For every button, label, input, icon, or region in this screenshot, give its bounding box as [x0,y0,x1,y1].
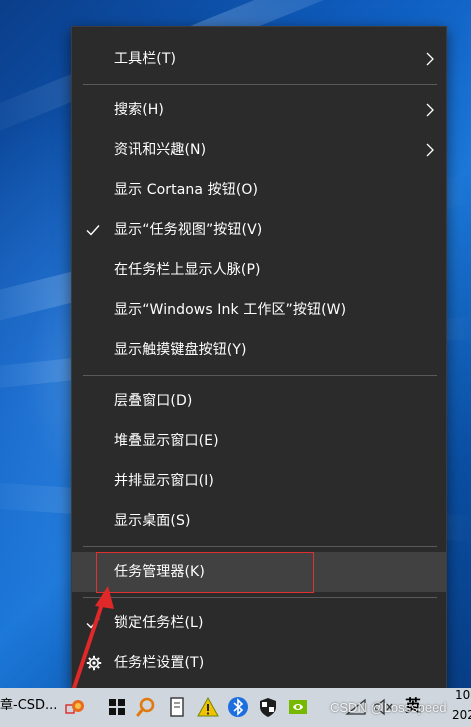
menu-item-label: 堆叠显示窗口(E) [114,433,219,449]
menu-item-label: 资讯和兴趣(N) [114,142,207,158]
menu-item-label: 任务栏设置(T) [114,655,205,671]
menu-item-label: 显示 Cortana 按钮(O) [114,182,259,198]
menu-item-news-interests[interactable]: 资讯和兴趣(N) [72,130,446,170]
checkmark-icon [86,225,100,236]
menu-item-search[interactable]: 搜索(H) [72,90,446,130]
menu-item-show-windows-ink[interactable]: 显示“Windows Ink 工作区”按钮(W) [72,290,446,330]
menu-item-toolbars[interactable]: 工具栏(T) [72,39,446,79]
menu-item-stack-windows[interactable]: 堆叠显示窗口(E) [72,421,446,461]
chevron-right-icon [426,52,434,66]
checkmark-icon [86,618,100,629]
taskbar-context-menu: 工具栏(T) 搜索(H) 资讯和兴趣(N) 显示 Cortana 按钮(O) 显… [71,26,447,690]
menu-item-label: 层叠窗口(D) [114,393,193,409]
search-icon[interactable] [135,696,157,718]
menu-separator [83,375,437,376]
chevron-right-icon [426,103,434,117]
menu-item-show-desktop[interactable]: 显示桌面(S) [72,501,446,541]
menu-item-side-by-side[interactable]: 并排显示窗口(I) [72,461,446,501]
windows-icon[interactable] [106,696,128,718]
menu-item-label: 显示“任务视图”按钮(V) [114,222,263,238]
menu-separator [83,84,437,85]
menu-item-lock-taskbar[interactable]: 锁定任务栏(L) [72,603,446,643]
menu-item-taskbar-settings[interactable]: 任务栏设置(T) [72,643,446,683]
taskbar-app-button[interactable]: 章-CSD... [0,688,57,727]
warning-icon[interactable] [197,696,219,718]
gear-icon [86,655,102,671]
shield-icon[interactable] [257,696,279,718]
menu-item-label: 显示“Windows Ink 工作区”按钮(W) [114,302,347,318]
chevron-right-icon [426,143,434,157]
clock-date[interactable]: 2022 [452,708,471,722]
clock-time[interactable]: 10 [455,688,470,702]
menu-item-show-touch-keyboard[interactable]: 显示触摸键盘按钮(Y) [72,330,446,370]
menu-separator [83,546,437,547]
menu-item-task-manager[interactable]: 任务管理器(K) [72,552,446,592]
menu-item-cascade-windows[interactable]: 层叠窗口(D) [72,381,446,421]
menu-item-label: 在任务栏上显示人脉(P) [114,262,261,278]
menu-item-label: 任务管理器(K) [114,564,205,580]
menu-item-show-cortana[interactable]: 显示 Cortana 按钮(O) [72,170,446,210]
bluetooth-icon[interactable] [227,696,249,718]
menu-item-show-task-view[interactable]: 显示“任务视图”按钮(V) [72,210,446,250]
menu-separator [83,597,437,598]
watermark-text: CSDN @Lossspeed [330,700,447,715]
menu-item-label: 显示触摸键盘按钮(Y) [114,342,247,358]
menu-item-label: 工具栏(T) [114,51,177,67]
notes-icon[interactable] [166,696,188,718]
menu-item-show-people[interactable]: 在任务栏上显示人脉(P) [72,250,446,290]
menu-item-label: 并排显示窗口(I) [114,473,214,489]
nvidia-icon[interactable] [287,696,309,718]
menu-item-label: 搜索(H) [114,102,164,118]
menu-item-label: 锁定任务栏(L) [114,615,204,631]
menu-item-label: 显示桌面(S) [114,513,191,529]
app-icon[interactable] [64,696,86,718]
